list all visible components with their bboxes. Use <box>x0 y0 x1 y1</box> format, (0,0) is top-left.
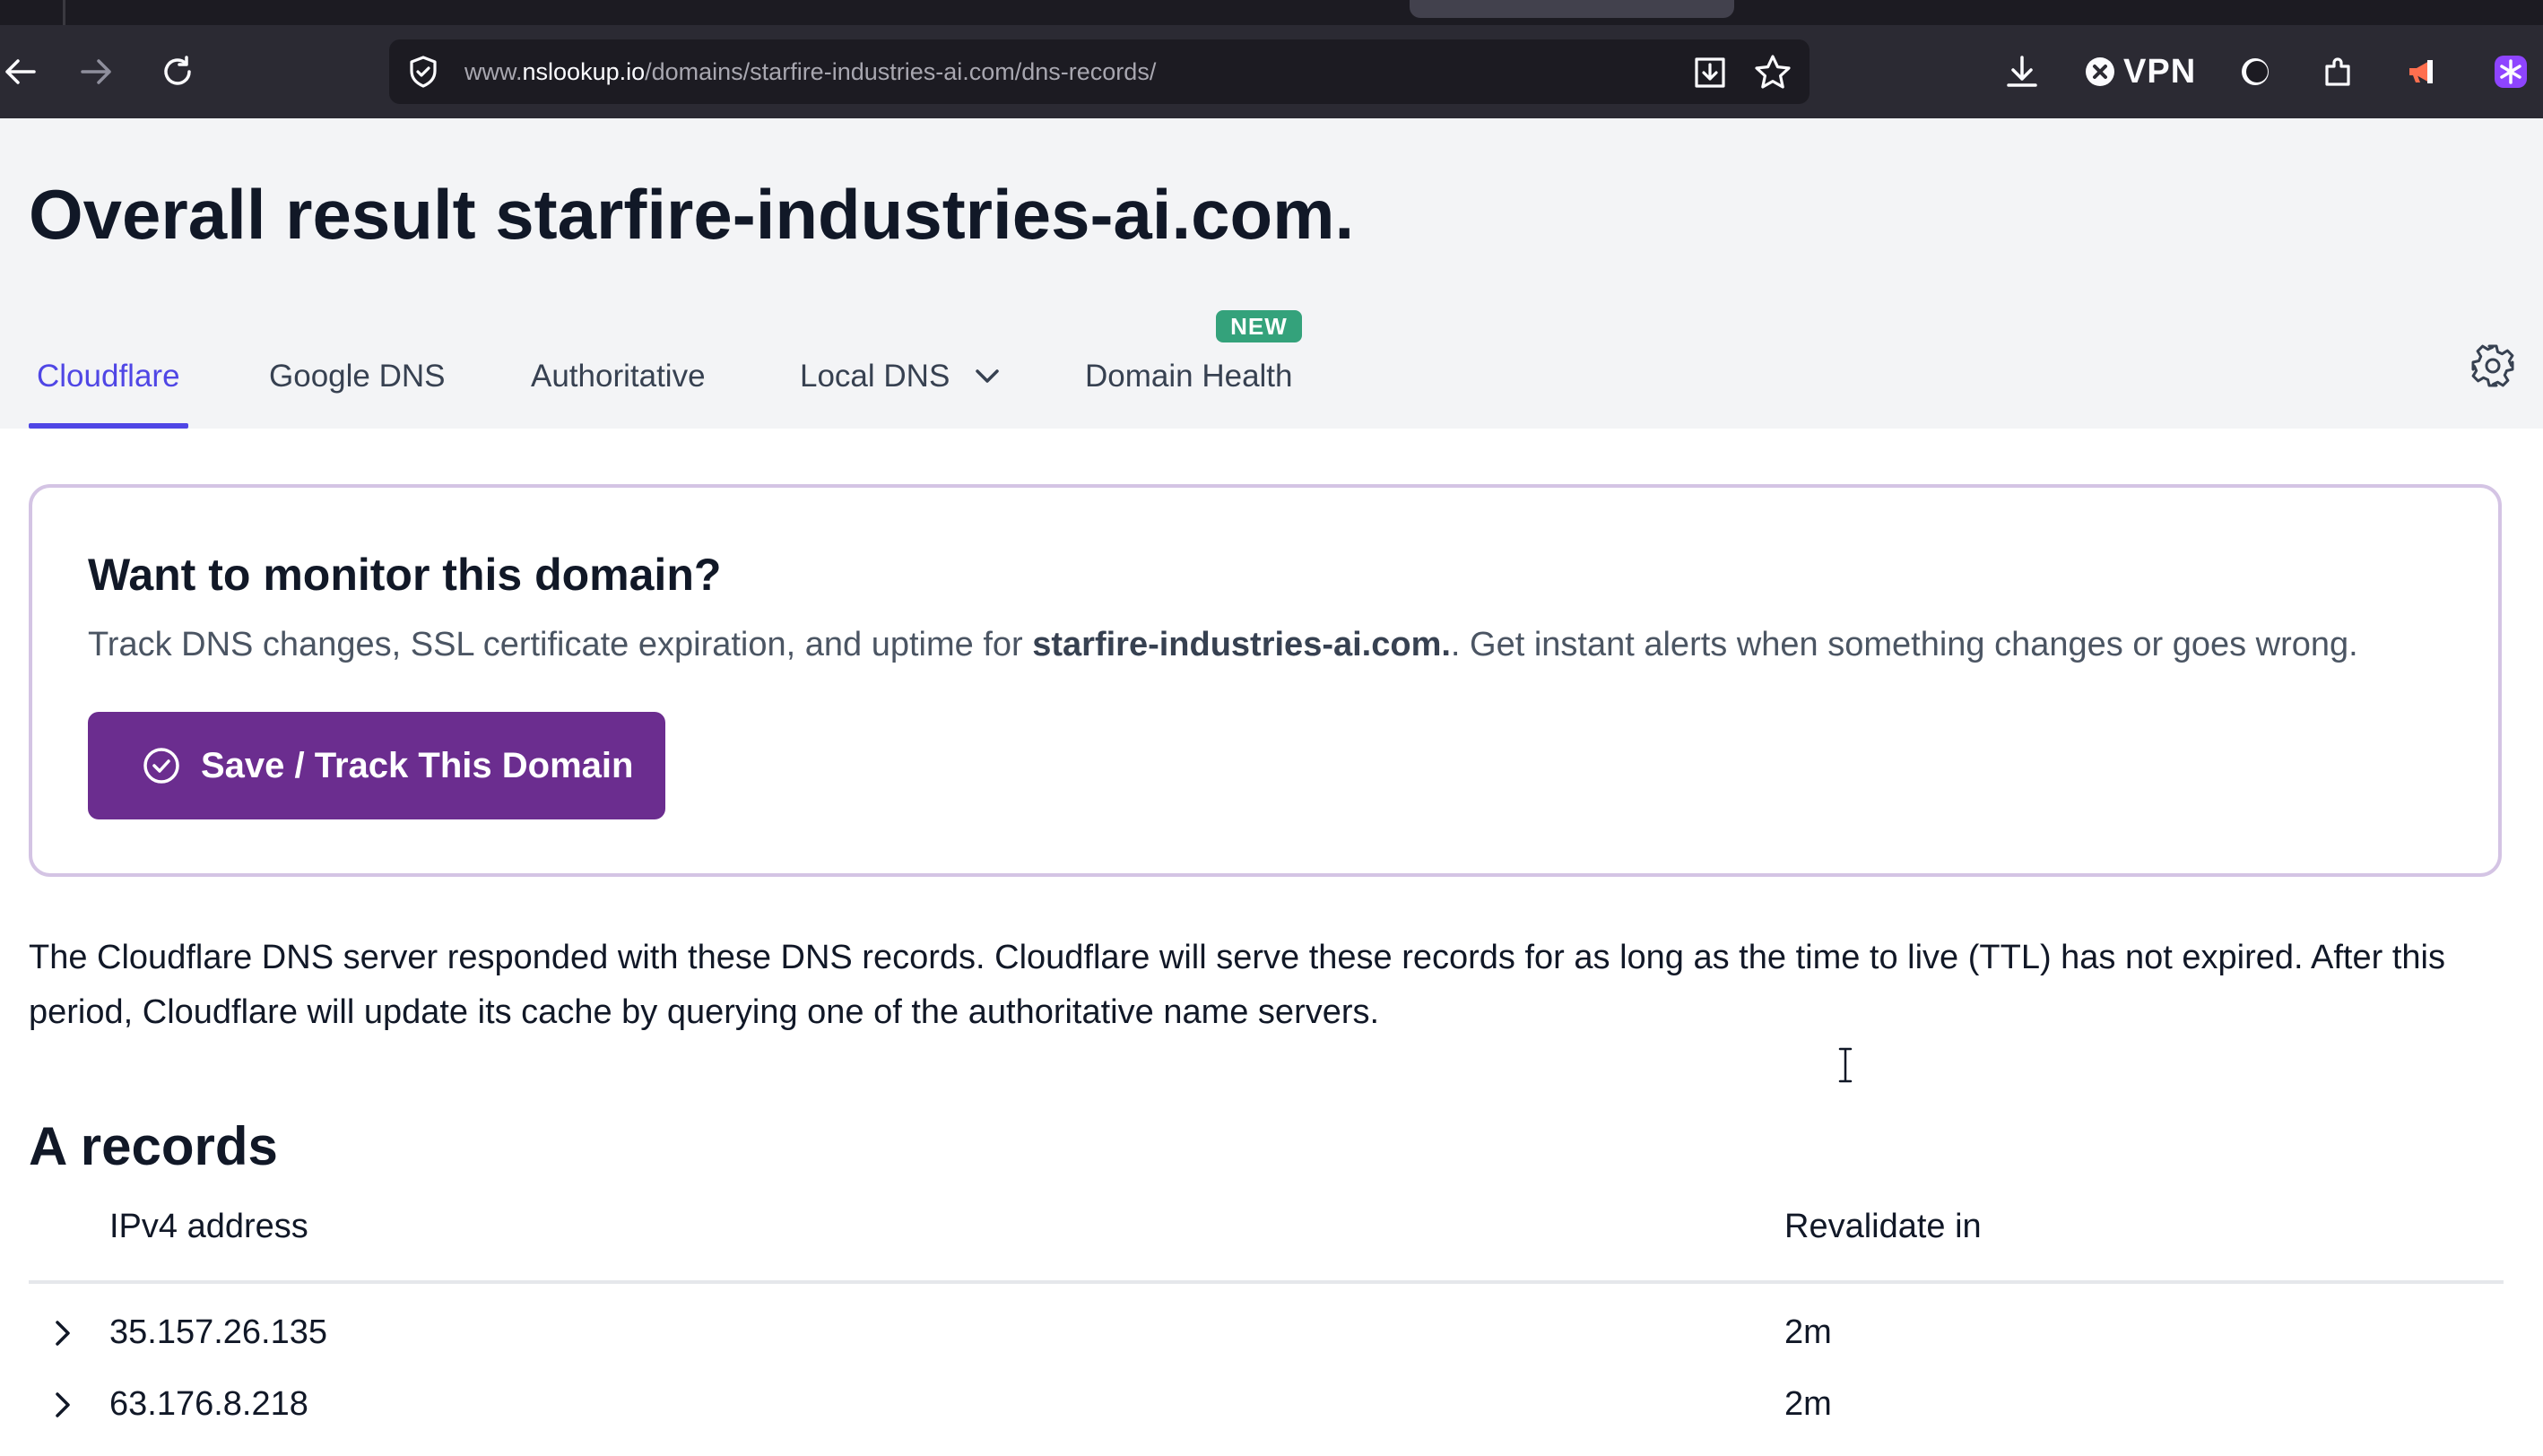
tab-google-dns[interactable]: Google DNS <box>269 325 445 429</box>
downloads-button[interactable] <box>2003 25 2041 118</box>
ipv4-address: 35.157.26.135 <box>109 1313 328 1351</box>
page-content: Overall result starfire-industries-ai.co… <box>0 118 2543 1456</box>
dark-mode-button[interactable] <box>2236 25 2274 118</box>
tab-local-dns-label: Local DNS <box>800 359 950 394</box>
chevron-right-icon[interactable] <box>54 1320 72 1351</box>
save-track-domain-label: Save / Track This Domain <box>201 745 634 785</box>
ipv4-address: 63.176.8.218 <box>109 1385 308 1423</box>
table-row[interactable]: 35.157.26.135 2m <box>29 1296 2504 1368</box>
browser-tab-strip <box>0 0 2543 25</box>
tab-local-dns[interactable]: Local DNS <box>800 325 1000 429</box>
vpn-label: VPN <box>2123 52 2197 91</box>
monitor-domain-card: Want to monitor this domain? Track DNS c… <box>29 484 2502 877</box>
forward-button[interactable] <box>74 25 120 118</box>
new-badge: NEW <box>1216 310 1302 342</box>
table-row[interactable]: 63.176.8.218 2m <box>29 1368 2504 1440</box>
reload-icon <box>164 56 191 85</box>
revalidate-in: 2m <box>1784 1385 1832 1423</box>
back-arrow-icon <box>5 59 36 84</box>
vpn-button[interactable]: VPN <box>2086 25 2196 118</box>
megaphone-icon <box>2409 60 2433 83</box>
star-icon[interactable] <box>1754 54 1792 94</box>
shield-icon[interactable] <box>405 54 441 94</box>
intro-paragraph: The Cloudflare DNS server responded with… <box>29 939 2445 1031</box>
browser-toolbar: www.nslookup.io/domains/starfire-industr… <box>0 25 2543 118</box>
tab-separator <box>63 0 65 25</box>
extensions-button[interactable] <box>2319 25 2356 118</box>
page-save-icon[interactable] <box>1691 54 1729 94</box>
monitor-card-title: Want to monitor this domain? <box>88 550 722 600</box>
forward-arrow-icon <box>81 59 111 84</box>
download-icon <box>2007 56 2037 87</box>
check-circle-icon <box>143 748 179 784</box>
chevron-down-icon <box>976 369 1000 383</box>
active-tab-indicator <box>29 423 188 429</box>
settings-button[interactable] <box>2469 342 2516 394</box>
megaphone-extension-button[interactable] <box>2403 25 2441 118</box>
table-header-divider <box>29 1280 2504 1284</box>
revalidate-in: 2m <box>1784 1313 1832 1351</box>
text-cursor-icon <box>1836 1047 1854 1088</box>
a-records-heading: A records <box>29 1116 278 1176</box>
back-button[interactable] <box>0 25 39 118</box>
gear-icon <box>2471 344 2514 387</box>
extension-purple-icon <box>2495 56 2527 88</box>
reload-button[interactable] <box>156 25 199 118</box>
page-title: Overall result starfire-industries-ai.co… <box>29 175 1355 254</box>
extensions-icon <box>2325 57 2350 86</box>
url-text[interactable]: www.nslookup.io/domains/starfire-industr… <box>464 39 1156 104</box>
monitor-card-description: Track DNS changes, SSL certificate expir… <box>88 626 2358 663</box>
url-bar[interactable]: www.nslookup.io/domains/starfire-industr… <box>389 39 1810 104</box>
tab-cloudflare[interactable]: Cloudflare <box>37 325 180 429</box>
save-track-domain-button[interactable]: Save / Track This Domain <box>88 712 665 819</box>
tab-authoritative[interactable]: Authoritative <box>531 325 706 429</box>
column-header-ipv4: IPv4 address <box>109 1208 308 1245</box>
dark-mode-icon <box>2242 58 2269 85</box>
browser-tab[interactable] <box>1410 0 1734 18</box>
chevron-right-icon[interactable] <box>54 1391 72 1423</box>
purple-extension-button[interactable] <box>2489 25 2532 118</box>
vpn-icon <box>2086 57 2114 86</box>
column-header-revalidate: Revalidate in <box>1784 1208 1982 1245</box>
